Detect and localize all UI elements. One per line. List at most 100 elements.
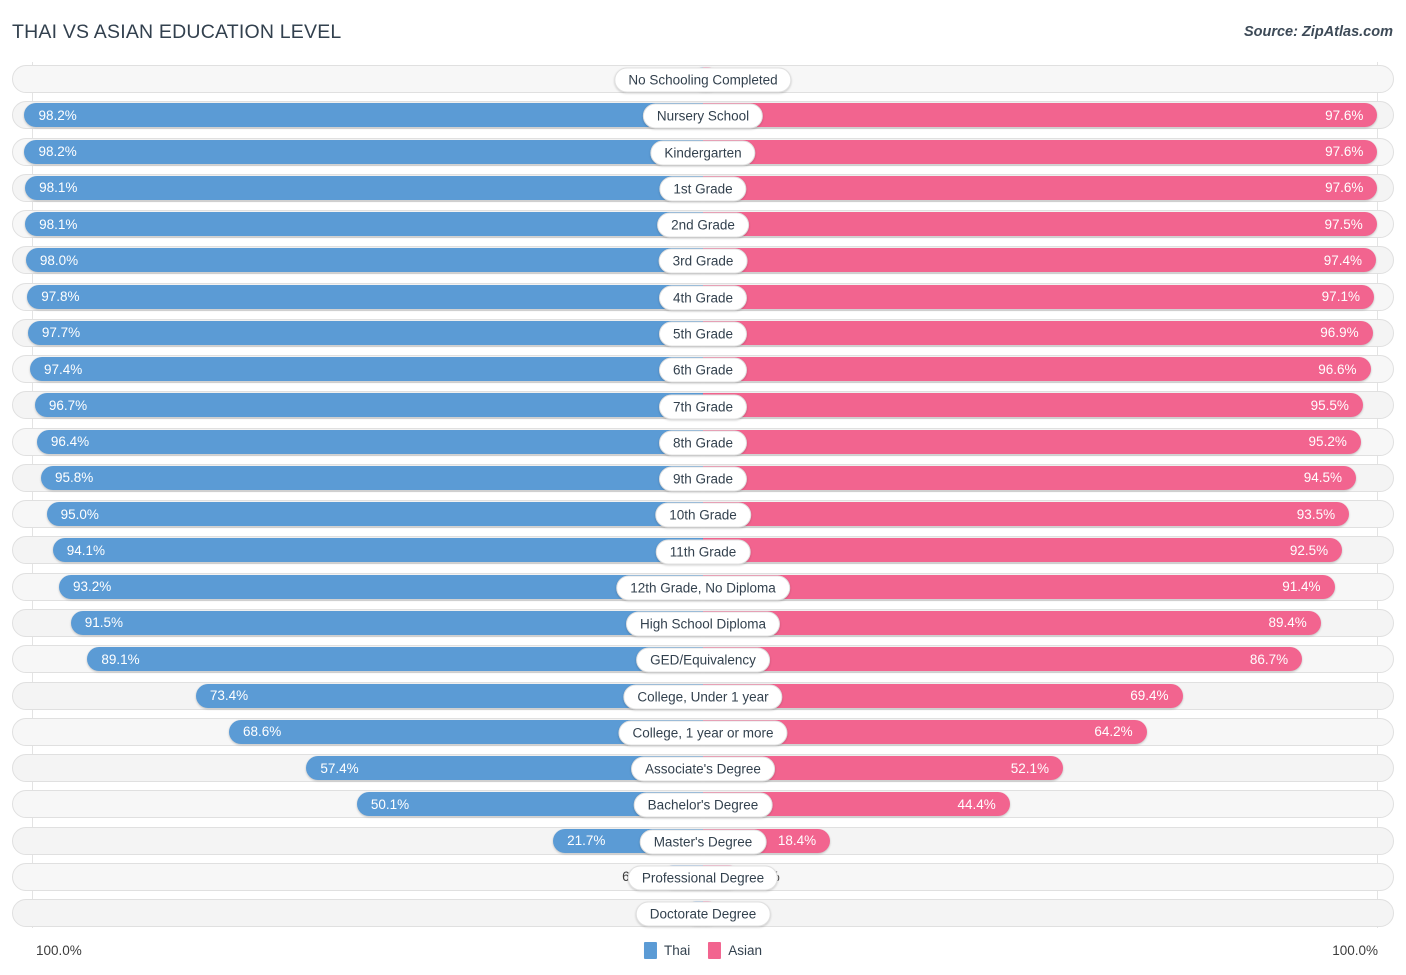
bar-row[interactable]: 94.1% 92.5% 11th Grade <box>0 533 1406 569</box>
bar-thai[interactable]: 95.8% <box>41 465 703 490</box>
bar-value-asian: 97.1% <box>1321 289 1360 305</box>
bar-side-asian: 92.5% <box>703 538 1343 563</box>
bar-row[interactable]: 97.4% 96.6% 6th Grade <box>0 352 1406 388</box>
bar-thai[interactable]: 97.4% <box>29 357 703 382</box>
bar-asian[interactable]: 97.4% <box>703 248 1377 273</box>
bar-row[interactable]: 50.1% 44.4% Bachelor's Degree <box>0 787 1406 823</box>
bar-side-thai: 97.4% <box>29 357 703 382</box>
bar-thai[interactable]: 89.1% <box>87 647 703 672</box>
bar-row[interactable]: 97.8% 97.1% 4th Grade <box>0 280 1406 316</box>
bar-value-thai: 91.5% <box>84 615 124 631</box>
category-label[interactable]: 8th Grade <box>658 430 748 456</box>
bar-row[interactable]: 93.2% 91.4% 12th Grade, No Diploma <box>0 570 1406 606</box>
bar-asian[interactable]: 94.5% <box>703 465 1356 490</box>
category-label[interactable]: 5th Grade <box>658 321 748 347</box>
bar-side-asian: 96.6% <box>703 357 1371 382</box>
bar-asian[interactable]: 97.6% <box>703 175 1378 200</box>
legend-item[interactable]: Asian <box>708 942 762 959</box>
bar-row[interactable]: 68.6% 64.2% College, 1 year or more <box>0 715 1406 751</box>
bar-row[interactable]: 95.8% 94.5% 9th Grade <box>0 461 1406 497</box>
bar-value-asian: 93.5% <box>1296 506 1336 522</box>
category-label[interactable]: 12th Grade, No Diploma <box>616 575 790 601</box>
bar-thai[interactable]: 98.1% <box>25 212 703 237</box>
bar-asian[interactable]: 89.4% <box>703 610 1321 635</box>
bar-asian[interactable]: 97.6% <box>703 103 1378 128</box>
category-label[interactable]: High School Diploma <box>625 611 781 637</box>
bar-asian[interactable]: 93.5% <box>703 502 1350 527</box>
axis-max-left: 100.0% <box>36 943 82 958</box>
bar-thai[interactable]: 94.1% <box>52 538 703 563</box>
bar-thai[interactable]: 96.7% <box>34 393 703 418</box>
bar-row[interactable]: 96.7% 95.5% 7th Grade <box>0 388 1406 424</box>
bar-thai[interactable]: 97.8% <box>27 284 703 309</box>
category-label[interactable]: GED/Equivalency <box>636 647 770 673</box>
bar-value-asian: 44.4% <box>957 796 996 812</box>
bar-asian[interactable]: 96.6% <box>703 357 1371 382</box>
bar-row[interactable]: 91.5% 89.4% High School Diploma <box>0 606 1406 642</box>
category-label[interactable]: 1st Grade <box>659 176 747 202</box>
category-label[interactable]: College, Under 1 year <box>623 684 783 710</box>
bar-value-thai: 96.4% <box>50 434 90 450</box>
category-label[interactable]: Associate's Degree <box>631 756 775 782</box>
bar-row[interactable]: 98.2% 97.6% Nursery School <box>0 98 1406 134</box>
category-label[interactable]: Bachelor's Degree <box>633 792 773 818</box>
bar-thai[interactable]: 95.0% <box>46 502 703 527</box>
bar-row[interactable]: 98.1% 97.6% 1st Grade <box>0 171 1406 207</box>
bar-asian[interactable]: 92.5% <box>703 538 1343 563</box>
legend-item[interactable]: Thai <box>643 942 690 959</box>
category-label[interactable]: 10th Grade <box>655 502 751 528</box>
category-label[interactable]: 4th Grade <box>658 285 748 311</box>
chart-page: THAI VS ASIAN EDUCATION LEVEL Source: Zi… <box>0 0 1406 975</box>
chart-plot-area: 1.8%2.4%No Schooling Completed 98.2% 97.6%… <box>0 62 1406 934</box>
category-label[interactable]: Master's Degree <box>639 829 767 855</box>
bar-thai[interactable]: 98.1% <box>25 175 703 200</box>
category-label[interactable]: 7th Grade <box>658 394 748 420</box>
bar-asian[interactable]: 97.6% <box>703 139 1378 164</box>
bar-asian[interactable]: 95.2% <box>703 429 1361 454</box>
bar-row[interactable]: 95.0% 93.5% 10th Grade <box>0 497 1406 533</box>
category-label[interactable]: No Schooling Completed <box>614 67 792 93</box>
bar-row[interactable]: 89.1% 86.7% GED/Equivalency <box>0 642 1406 678</box>
category-label[interactable]: 9th Grade <box>658 466 748 492</box>
bar-row[interactable]: 6.1%5.5%Professional Degree <box>0 860 1406 896</box>
bar-row[interactable]: 2.8%2.4%Doctorate Degree <box>0 896 1406 932</box>
bar-row[interactable]: 73.4% 69.4% College, Under 1 year <box>0 679 1406 715</box>
category-label[interactable]: College, 1 year or more <box>618 720 788 746</box>
category-label[interactable]: 3rd Grade <box>658 248 748 274</box>
bar-thai[interactable]: 98.2% <box>24 139 703 164</box>
category-label[interactable]: Kindergarten <box>650 140 756 166</box>
bar-thai[interactable]: 96.4% <box>36 429 703 454</box>
category-label[interactable]: 11th Grade <box>655 539 751 565</box>
bar-value-asian: 52.1% <box>1010 760 1049 776</box>
bar-row[interactable]: 98.2% 97.6% Kindergarten <box>0 135 1406 171</box>
bar-row[interactable]: 96.4% 95.2% 8th Grade <box>0 425 1406 461</box>
bar-asian[interactable]: 97.1% <box>703 284 1374 309</box>
bar-asian[interactable]: 97.5% <box>703 212 1377 237</box>
bar-asian[interactable]: 86.7% <box>703 647 1303 672</box>
bar-row[interactable]: 57.4% 52.1% Associate's Degree <box>0 751 1406 787</box>
bar-row[interactable]: 98.0% 97.4% 3rd Grade <box>0 243 1406 279</box>
bar-side-asian: 97.4% <box>703 248 1377 273</box>
bar-value-asian: 94.5% <box>1303 470 1342 486</box>
bar-row[interactable]: 98.1% 97.5% 2nd Grade <box>0 207 1406 243</box>
bar-row[interactable]: 1.8%2.4%No Schooling Completed <box>0 62 1406 98</box>
bar-asian[interactable]: 91.4% <box>703 574 1335 599</box>
bar-asian[interactable]: 95.5% <box>703 393 1363 418</box>
bar-thai[interactable]: 91.5% <box>70 610 703 635</box>
bar-thai[interactable]: 98.2% <box>24 103 703 128</box>
category-label[interactable]: Nursery School <box>642 103 764 129</box>
category-label[interactable]: Professional Degree <box>627 865 779 891</box>
bar-side-asian: 91.4% <box>703 574 1335 599</box>
bar-value-thai: 97.8% <box>41 289 80 305</box>
category-label[interactable]: Doctorate Degree <box>635 901 771 927</box>
category-label[interactable]: 2nd Grade <box>657 212 749 238</box>
bar-row[interactable]: 21.7% 18.4% Master's Degree <box>0 824 1406 860</box>
bar-asian[interactable]: 96.9% <box>703 320 1373 345</box>
bar-thai[interactable]: 98.0% <box>25 248 703 273</box>
category-label[interactable]: 6th Grade <box>658 357 748 383</box>
chart-footer: 100.0% 100.0% Thai Asian <box>0 934 1406 975</box>
bar-thai[interactable]: 97.7% <box>27 320 703 345</box>
bar-thai[interactable]: 93.2% <box>59 574 703 599</box>
bar-row[interactable]: 97.7% 96.9% 5th Grade <box>0 316 1406 352</box>
bar-side-asian: 97.5% <box>703 212 1377 237</box>
